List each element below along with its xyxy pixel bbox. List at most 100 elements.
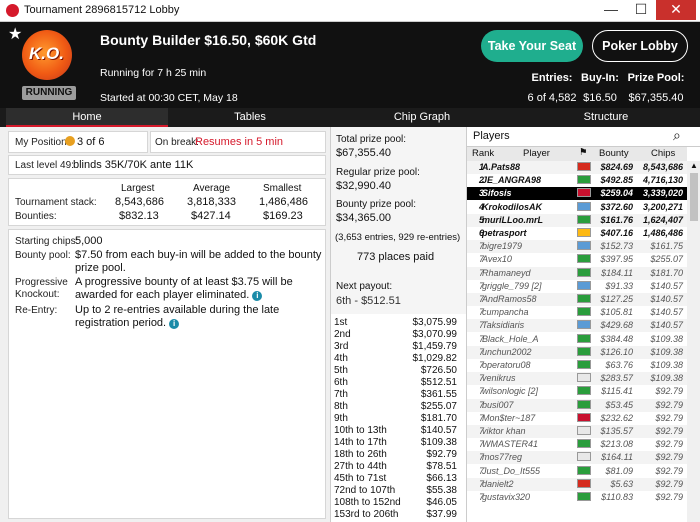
player-row[interactable]: 7 Avex10 $397.95 $255.07 [467,253,687,267]
player-bounty: $824.69 [600,162,633,172]
poker-lobby-button[interactable]: Poker Lobby [592,30,688,62]
info-icon[interactable]: i [252,291,263,301]
player-row[interactable]: 7 bigre1979 $152.73 $161.75 [467,240,687,254]
player-row[interactable]: 7 venikrus $283.57 $109.38 [467,372,687,386]
payout-place: 7th [334,389,348,400]
tournament-info-box: Starting chips: 5,000 Bounty pool: $7.50… [8,229,326,519]
player-name: griggle_799 [2] [482,280,542,291]
info-icon[interactable]: i [169,319,180,329]
player-name: viktor khan [482,426,526,436]
favorite-star-icon[interactable]: ★ [8,24,22,44]
player-row[interactable]: 7 Black_Hole_A $384.48 $109.38 [467,332,687,346]
payout-row: 7th $361.55 [331,389,457,401]
flag-column-icon[interactable]: ⚑ [579,147,588,158]
country-flag-icon [577,333,591,343]
country-flag-icon [577,360,591,369]
pko-value: A progressive bounty of at least $3.75 w… [75,276,323,302]
player-row[interactable]: 7 wilsonlogic [2] $115.41 $92.79 [467,385,687,399]
take-your-seat-button[interactable]: Take Your Seat [481,30,583,62]
player-row[interactable]: 7 cumpancha $105.81 $140.57 [467,306,687,320]
payout-place: 14th to 17th [334,437,387,448]
payout-row: 27th to 44th $78.51 [331,461,457,473]
player-row[interactable]: 7 busi007 $53.45 $92.79 [467,398,687,412]
col-rank[interactable]: Rank [472,148,494,159]
payout-amount: $512.51 [420,377,457,388]
payout-place: 1st [334,317,348,328]
payout-place: 10th to 13th [334,425,387,436]
home-panel: My Position: 3 of 6 On break: Resumes in… [0,127,330,522]
payout-amount: $78.51 [426,461,457,472]
player-bounty: $372.60 [600,201,633,212]
player-name: petrasport [482,228,527,238]
scroll-thumb[interactable] [690,173,698,221]
player-row[interactable]: 4 KrokodilosAK $372.60 3,200,271 [467,200,687,214]
player-bounty: $407.16 [600,228,633,238]
player-chips: $140.57 [650,294,683,304]
player-bounty: $105.81 [600,307,633,318]
player-row[interactable]: 7 mos77reg $164.11 $92.79 [467,451,687,465]
payout-place: 3rd [334,341,349,352]
player-row[interactable]: 7 AndRamos58 $127.25 $140.57 [467,293,687,306]
player-row[interactable]: 7 griggle_799 [2] $91.33 $140.57 [467,279,687,293]
payout-amount: $181.70 [420,413,457,424]
player-chips: $140.57 [650,307,683,318]
col-chips[interactable]: Chips [651,148,675,159]
player-row[interactable]: 7 Just_Do_It555 $81.09 $92.79 [467,464,687,478]
country-flag-icon [577,426,591,435]
player-bounty: $232.62 [600,412,633,423]
player-row[interactable]: 7 Mon$ter~187 $232.62 $92.79 [467,411,687,425]
col-bounty[interactable]: Bounty [599,148,629,159]
running-time: Running for 7 h 25 min [100,67,207,79]
player-bounty: $5.63 [610,478,633,489]
player-row[interactable]: 7 gustavix320 $110.83 $92.79 [467,491,687,504]
player-bounty: $126.10 [600,346,633,357]
tab-chip-graph[interactable]: Chip Graph [352,108,492,127]
player-row[interactable]: 2 JE_ANGRA98 $492.85 4,716,130 [467,174,687,188]
player-name: WMASTER41 [482,439,539,450]
country-flag-icon [577,320,591,330]
close-button[interactable]: ✕ [656,0,696,20]
players-scrollbar[interactable]: ▲ [687,161,700,522]
stack-header-smallest: Smallest [263,183,302,194]
player-name: bigre1979 [482,241,523,252]
tab-tables[interactable]: Tables [180,108,320,127]
player-row[interactable]: 7 operatoru08 $63.76 $109.38 [467,359,687,372]
player-chips: $92.79 [655,412,683,423]
payout-row: 5th $726.50 [331,365,457,377]
player-bounty: $91.33 [605,280,633,291]
payout-row: 3rd $1,459.79 [331,341,457,353]
player-row[interactable]: 7 WMASTER41 $213.08 $92.79 [467,438,687,452]
player-row[interactable]: 7 unchun2002 $126.10 $109.38 [467,345,687,359]
payout-place: 2nd [334,329,351,340]
country-flag-icon [577,201,591,211]
payout-row: 108th to 152nd $46.05 [331,497,457,509]
player-row[interactable]: 3 Sifosis $259.04 3,339,020 [467,187,687,201]
payout-row: 1st $3,075.99 [331,317,457,329]
player-row[interactable]: 6 petrasport $407.16 1,486,486 [467,227,687,240]
start-time: Started at 00:30 CET, May 18 [100,92,238,104]
player-row[interactable]: 7 danielt2 $5.63 $92.79 [467,477,687,491]
tab-structure[interactable]: Structure [536,108,676,127]
players-title: Players [473,130,510,142]
col-player[interactable]: Player [523,148,550,159]
player-name: cumpancha [482,307,529,318]
player-chips: 1,486,486 [642,228,683,238]
maximize-button[interactable]: ☐ [626,0,656,20]
player-row[interactable]: 5 muriLLoo.mrL $161.76 1,624,407 [467,213,687,227]
country-flag-icon [577,294,591,303]
payout-place: 153rd to 206th [334,509,399,520]
player-row[interactable]: 7 viktor khan $135.57 $92.79 [467,425,687,438]
scroll-up-arrow-icon[interactable]: ▲ [687,161,700,171]
player-row[interactable]: 7 Taksidiaris $429.68 $140.57 [467,319,687,333]
player-bounty: $397.95 [600,254,633,265]
player-row[interactable]: 7 Rhamaneyd $184.11 $181.70 [467,266,687,280]
player-bounty: $384.48 [600,333,633,344]
my-position-text: 3 of 6 [77,136,105,148]
payout-amount: $255.07 [420,401,457,412]
country-flag-icon [577,241,591,251]
minimize-button[interactable]: — [596,0,626,20]
player-row[interactable]: 1 A.Pats88 $824.69 8,543,686 [467,161,687,174]
tab-home[interactable]: Home [6,108,168,127]
payout-amount: $726.50 [420,365,457,376]
search-icon[interactable]: ⌕ [673,127,681,144]
